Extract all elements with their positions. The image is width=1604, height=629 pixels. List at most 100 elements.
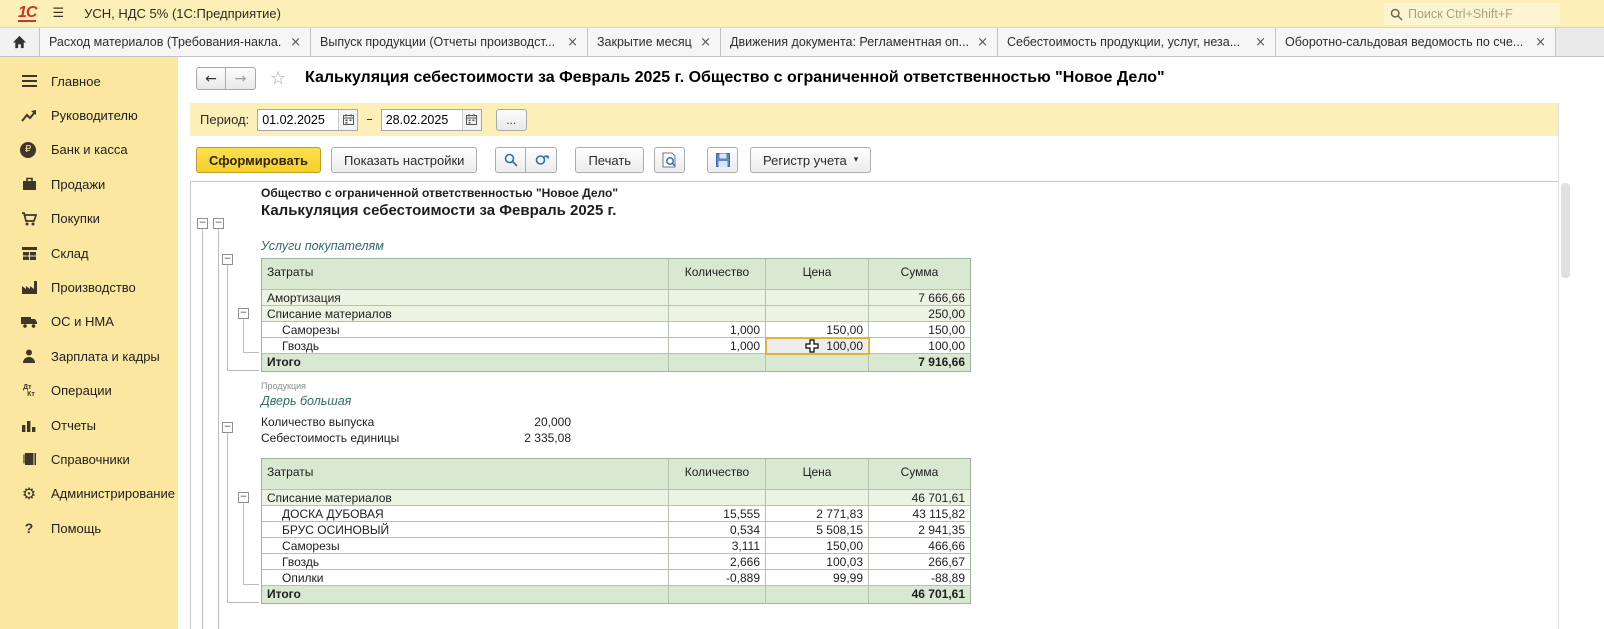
tab-raskhod-materialov[interactable]: Расход материалов (Требования-накла... × <box>40 28 311 56</box>
stat-value[interactable]: 2 335,08 <box>486 431 571 445</box>
cell-name[interactable]: ДОСКА ДУБОВАЯ <box>262 506 669 522</box>
cell-price[interactable] <box>766 354 869 372</box>
cell-price[interactable] <box>766 490 869 506</box>
cell-qty[interactable] <box>669 290 766 306</box>
cell-name[interactable]: Гвоздь <box>262 554 669 570</box>
sidebar-item-glavnoe[interactable]: Главное <box>0 64 178 98</box>
global-search[interactable] <box>1384 3 1560 25</box>
cell-qty[interactable]: -0,889 <box>669 570 766 586</box>
cell-sum[interactable]: 2 941,35 <box>869 522 970 538</box>
cell-name[interactable]: Гвоздь <box>262 338 669 354</box>
period-to-input[interactable] <box>382 110 462 130</box>
cell-sum[interactable]: 466,66 <box>869 538 970 554</box>
sidebar-item-os-i-nma[interactable]: ОС и НМА <box>0 305 178 339</box>
tab-zakrytie-mesyaca[interactable]: Закрытие месяца × <box>588 28 721 56</box>
cell-name[interactable]: Амортизация <box>262 290 669 306</box>
close-icon[interactable]: × <box>1535 35 1546 50</box>
cell-price[interactable]: 100,03 <box>766 554 869 570</box>
sidebar-item-pomosch[interactable]: ? Помощь <box>0 511 178 545</box>
cell-name[interactable]: БРУС ОСИНОВЫЙ <box>262 522 669 538</box>
scrollbar-thumb[interactable] <box>1561 183 1570 278</box>
tab-dvizheniya-dokumenta[interactable]: Движения документа: Регламентная оп... × <box>721 28 998 56</box>
cell-qty[interactable]: 2,666 <box>669 554 766 570</box>
cell-qty[interactable]: 1,000 <box>669 322 766 338</box>
stat-value[interactable]: 20,000 <box>486 415 571 429</box>
tab-vypusk-produkcii[interactable]: Выпуск продукции (Отчеты производст... × <box>311 28 588 56</box>
favorite-star-icon[interactable]: ☆ <box>270 68 286 89</box>
cell-price[interactable]: 150,00 <box>766 322 869 338</box>
cell-price[interactable]: 2 771,83 <box>766 506 869 522</box>
tab-osv[interactable]: Оборотно-сальдовая ведомость по сче... × <box>1276 28 1556 56</box>
register-menu-button[interactable]: Регистр учета ▾ <box>750 147 871 173</box>
group-collapse-box[interactable]: − <box>222 422 233 433</box>
cell-qty[interactable] <box>669 586 766 604</box>
calendar-from-button[interactable] <box>338 110 357 130</box>
cell-price[interactable] <box>766 306 869 322</box>
generate-button[interactable]: Сформировать <box>196 147 321 173</box>
cell-sum[interactable]: 7 666,66 <box>869 290 970 306</box>
cell-price[interactable]: 150,00 <box>766 538 869 554</box>
cell-sum[interactable]: 7 916,66 <box>869 354 970 372</box>
cell-sum[interactable]: 100,00 <box>869 338 970 354</box>
cell-price[interactable] <box>766 290 869 306</box>
sidebar-item-sklad[interactable]: Склад <box>0 236 178 270</box>
cell-qty[interactable]: 0,534 <box>669 522 766 538</box>
find-button[interactable] <box>495 147 526 173</box>
cell-name[interactable]: Итого <box>262 586 669 604</box>
cell-name[interactable]: Итого <box>262 354 669 372</box>
preview-button[interactable] <box>654 147 685 173</box>
group-collapse-box[interactable]: − <box>238 492 249 503</box>
cell-name[interactable]: Саморезы <box>262 538 669 554</box>
close-icon[interactable]: × <box>977 35 988 50</box>
group-collapse-box[interactable]: − <box>238 308 249 319</box>
cell-sum[interactable]: 266,67 <box>869 554 970 570</box>
home-button[interactable] <box>0 28 40 56</box>
forward-button[interactable]: → <box>226 67 256 90</box>
back-button[interactable]: ← <box>196 67 226 90</box>
cell-sum[interactable]: 46 701,61 <box>869 586 970 604</box>
period-from-input[interactable] <box>258 110 338 130</box>
cell-sum[interactable]: 46 701,61 <box>869 490 970 506</box>
cell-qty[interactable]: 3,111 <box>669 538 766 554</box>
sidebar-item-rukovoditelyu[interactable]: Руководителю <box>0 98 178 132</box>
group-collapse-box[interactable]: − <box>213 218 224 229</box>
show-settings-button[interactable]: Показать настройки <box>331 147 477 173</box>
cell-qty[interactable] <box>669 354 766 372</box>
sidebar-item-operacii[interactable]: ДтКт Операции <box>0 374 178 408</box>
cell-name[interactable]: Списание материалов <box>262 490 669 506</box>
sidebar-item-spravochniki[interactable]: Справочники <box>0 442 178 476</box>
close-icon[interactable]: × <box>1255 35 1266 50</box>
vertical-scrollbar[interactable] <box>1561 183 1570 627</box>
search-input[interactable] <box>1408 7 1548 21</box>
cell-price[interactable]: 5 508,15 <box>766 522 869 538</box>
tab-sebestoimost[interactable]: Себестоимость продукции, услуг, неза... … <box>998 28 1276 56</box>
sidebar-item-administrirovanie[interactable]: ⚙ Администрирование <box>0 477 178 511</box>
sidebar-item-bank-i-kassa[interactable]: ₽ Банк и касса <box>0 133 178 167</box>
cell-name[interactable]: Опилки <box>262 570 669 586</box>
period-options-button[interactable]: ... <box>496 109 527 131</box>
main-menu-icon[interactable]: ☰ <box>52 6 64 21</box>
close-icon[interactable]: × <box>290 35 301 50</box>
cell-name[interactable]: Саморезы <box>262 322 669 338</box>
sidebar-item-proizvodstvo[interactable]: Производство <box>0 270 178 304</box>
cell-qty[interactable] <box>669 490 766 506</box>
sidebar-item-pokupki[interactable]: Покупки <box>0 202 178 236</box>
save-button[interactable] <box>707 147 738 173</box>
calendar-to-button[interactable] <box>462 110 481 130</box>
cell-sum[interactable]: 250,00 <box>869 306 970 322</box>
cell-qty[interactable] <box>669 306 766 322</box>
cell-sum[interactable]: 43 115,82 <box>869 506 970 522</box>
cell-price[interactable] <box>766 586 869 604</box>
find-next-button[interactable] <box>526 147 557 173</box>
print-button[interactable]: Печать <box>575 147 644 173</box>
close-icon[interactable]: × <box>567 35 578 50</box>
close-icon[interactable]: × <box>700 35 711 50</box>
group-collapse-box[interactable]: − <box>222 254 233 265</box>
selected-cell[interactable]: 100,00 <box>766 338 869 354</box>
sidebar-item-prodazhi[interactable]: Продажи <box>0 167 178 201</box>
sidebar-item-otchety[interactable]: Отчеты <box>0 408 178 442</box>
sidebar-item-zarplata-i-kadry[interactable]: Зарплата и кадры <box>0 339 178 373</box>
cell-sum[interactable]: 150,00 <box>869 322 970 338</box>
cell-sum[interactable]: -88,89 <box>869 570 970 586</box>
cell-price[interactable]: 99,99 <box>766 570 869 586</box>
